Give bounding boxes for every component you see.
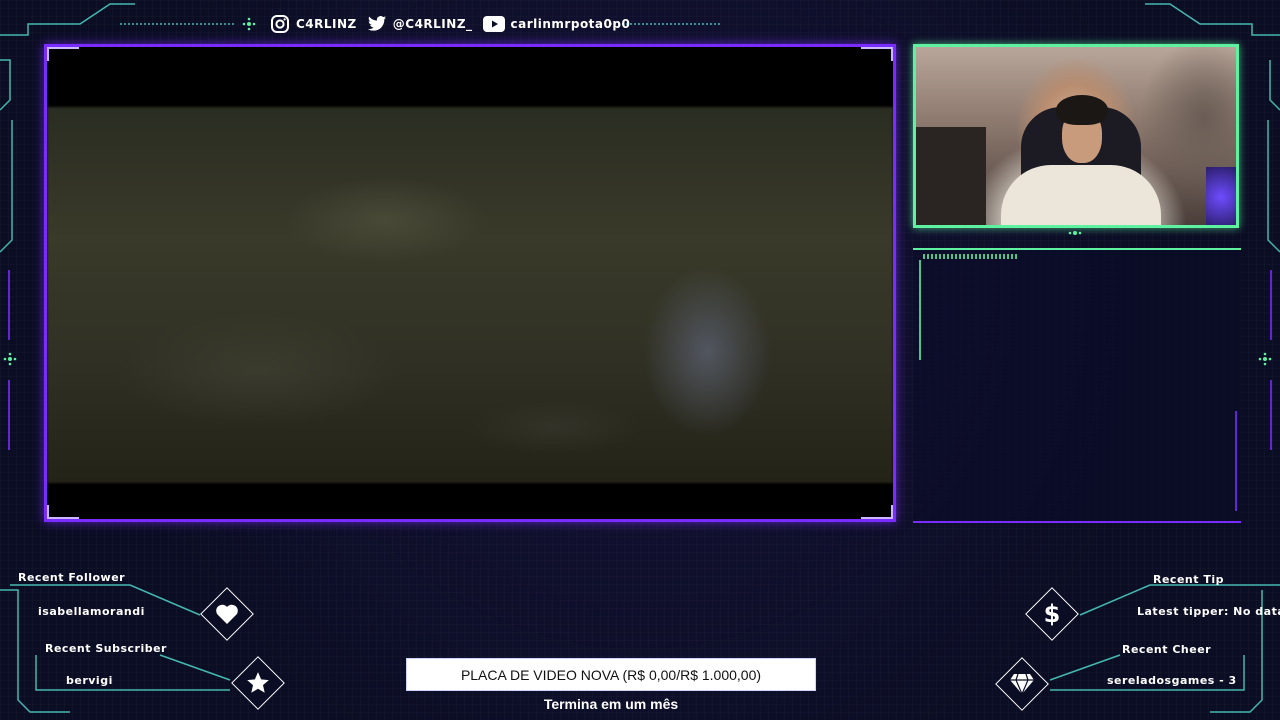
game-capture <box>44 44 896 522</box>
instagram-handle: C4RLINZ <box>296 17 357 31</box>
frame-corner <box>47 47 79 61</box>
youtube-icon <box>482 16 505 32</box>
diamond-gem-icon <box>1002 664 1042 704</box>
recent-cheer-label: Recent Cheer <box>1122 643 1212 656</box>
recent-subscriber-value: bervigi <box>66 674 113 687</box>
frame-corner <box>861 47 893 61</box>
star-icon <box>238 663 278 703</box>
social-bar: C4RLINZ @C4RLINZ_ carlinmrpota0p0 <box>270 12 630 36</box>
instagram-link[interactable]: C4RLINZ <box>270 14 357 34</box>
recent-cheer-value: sereladosgames - 3 <box>1107 674 1237 687</box>
webcam-feed <box>913 44 1239 228</box>
dollar-icon: $ <box>1043 600 1061 628</box>
twitter-handle: @C4RLINZ_ <box>392 17 473 31</box>
game-scene <box>47 107 893 483</box>
recent-follower-label: Recent Follower <box>18 571 126 584</box>
recent-tip-value: Latest tipper: No data <box>1137 605 1280 618</box>
frame-corner <box>47 505 79 519</box>
goal-subtitle: Termina em um mês <box>543 696 679 712</box>
recent-follower-value: isabellamorandi <box>38 605 145 618</box>
instagram-icon <box>270 14 290 34</box>
donation-goal-bar: PLACA DE VIDEO NOVA (R$ 0,00/R$ 1.000,00… <box>406 658 816 691</box>
goal-text: PLACA DE VIDEO NOVA (R$ 0,00/R$ 1.000,00… <box>460 666 762 683</box>
recent-tip-label: Recent Tip <box>1153 573 1224 586</box>
chat-panel <box>913 248 1241 523</box>
youtube-handle: carlinmrpota0p0 <box>510 17 631 31</box>
frame-corner <box>861 505 893 519</box>
heart-icon <box>207 594 247 634</box>
recent-subscriber-label: Recent Subscriber <box>45 642 167 655</box>
youtube-link[interactable]: carlinmrpota0p0 <box>482 16 631 32</box>
twitter-icon <box>367 15 387 33</box>
twitter-link[interactable]: @C4RLINZ_ <box>367 15 473 33</box>
